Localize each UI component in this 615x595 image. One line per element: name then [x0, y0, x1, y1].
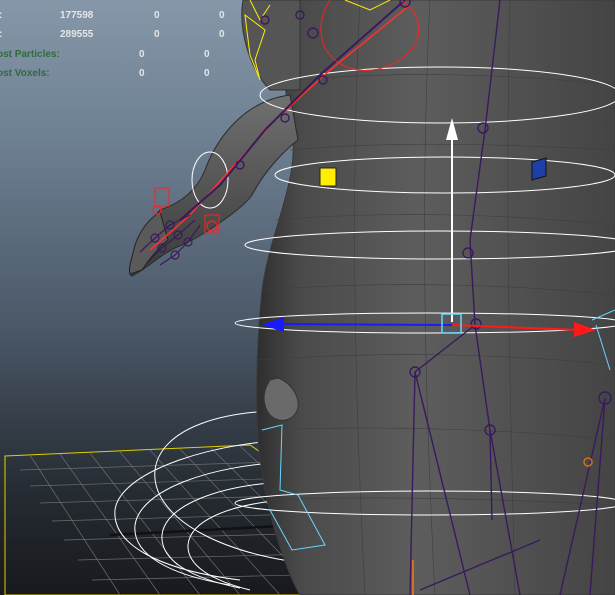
hud-row-4-value-b: 0 — [204, 68, 210, 79]
hud-row-4-label: ost Voxels: — [0, 68, 50, 79]
hud-row-3-value-a: 0 — [139, 49, 145, 60]
hud-row-1-label: : — [0, 10, 2, 21]
hud-row-1-value-a: 177598 — [60, 10, 94, 21]
hud-row-1-value-c: 0 — [219, 10, 225, 21]
viewport-scene[interactable] — [0, 0, 615, 595]
hud-row-4-value-a: 0 — [139, 68, 145, 79]
hud-row-3-value-b: 0 — [204, 49, 210, 60]
hud-row-3-label: ost Particles: — [0, 49, 60, 60]
maya-3d-viewport[interactable]: : 177598 0 0 : 289555 0 0 ost Particles:… — [0, 0, 615, 595]
manipulator-z-axis — [279, 323, 453, 326]
hud-row-2-value-a: 289555 — [60, 29, 94, 40]
hud-row-2-value-b: 0 — [154, 29, 160, 40]
hud-row-2-value-c: 0 — [219, 29, 225, 40]
blue-locator-marker[interactable] — [531, 157, 547, 181]
character-mesh[interactable] — [129, 0, 615, 595]
yellow-locator-marker[interactable] — [319, 167, 337, 187]
hud-row-2-label: : — [0, 29, 2, 40]
hud-row-1-value-b: 0 — [154, 10, 160, 21]
